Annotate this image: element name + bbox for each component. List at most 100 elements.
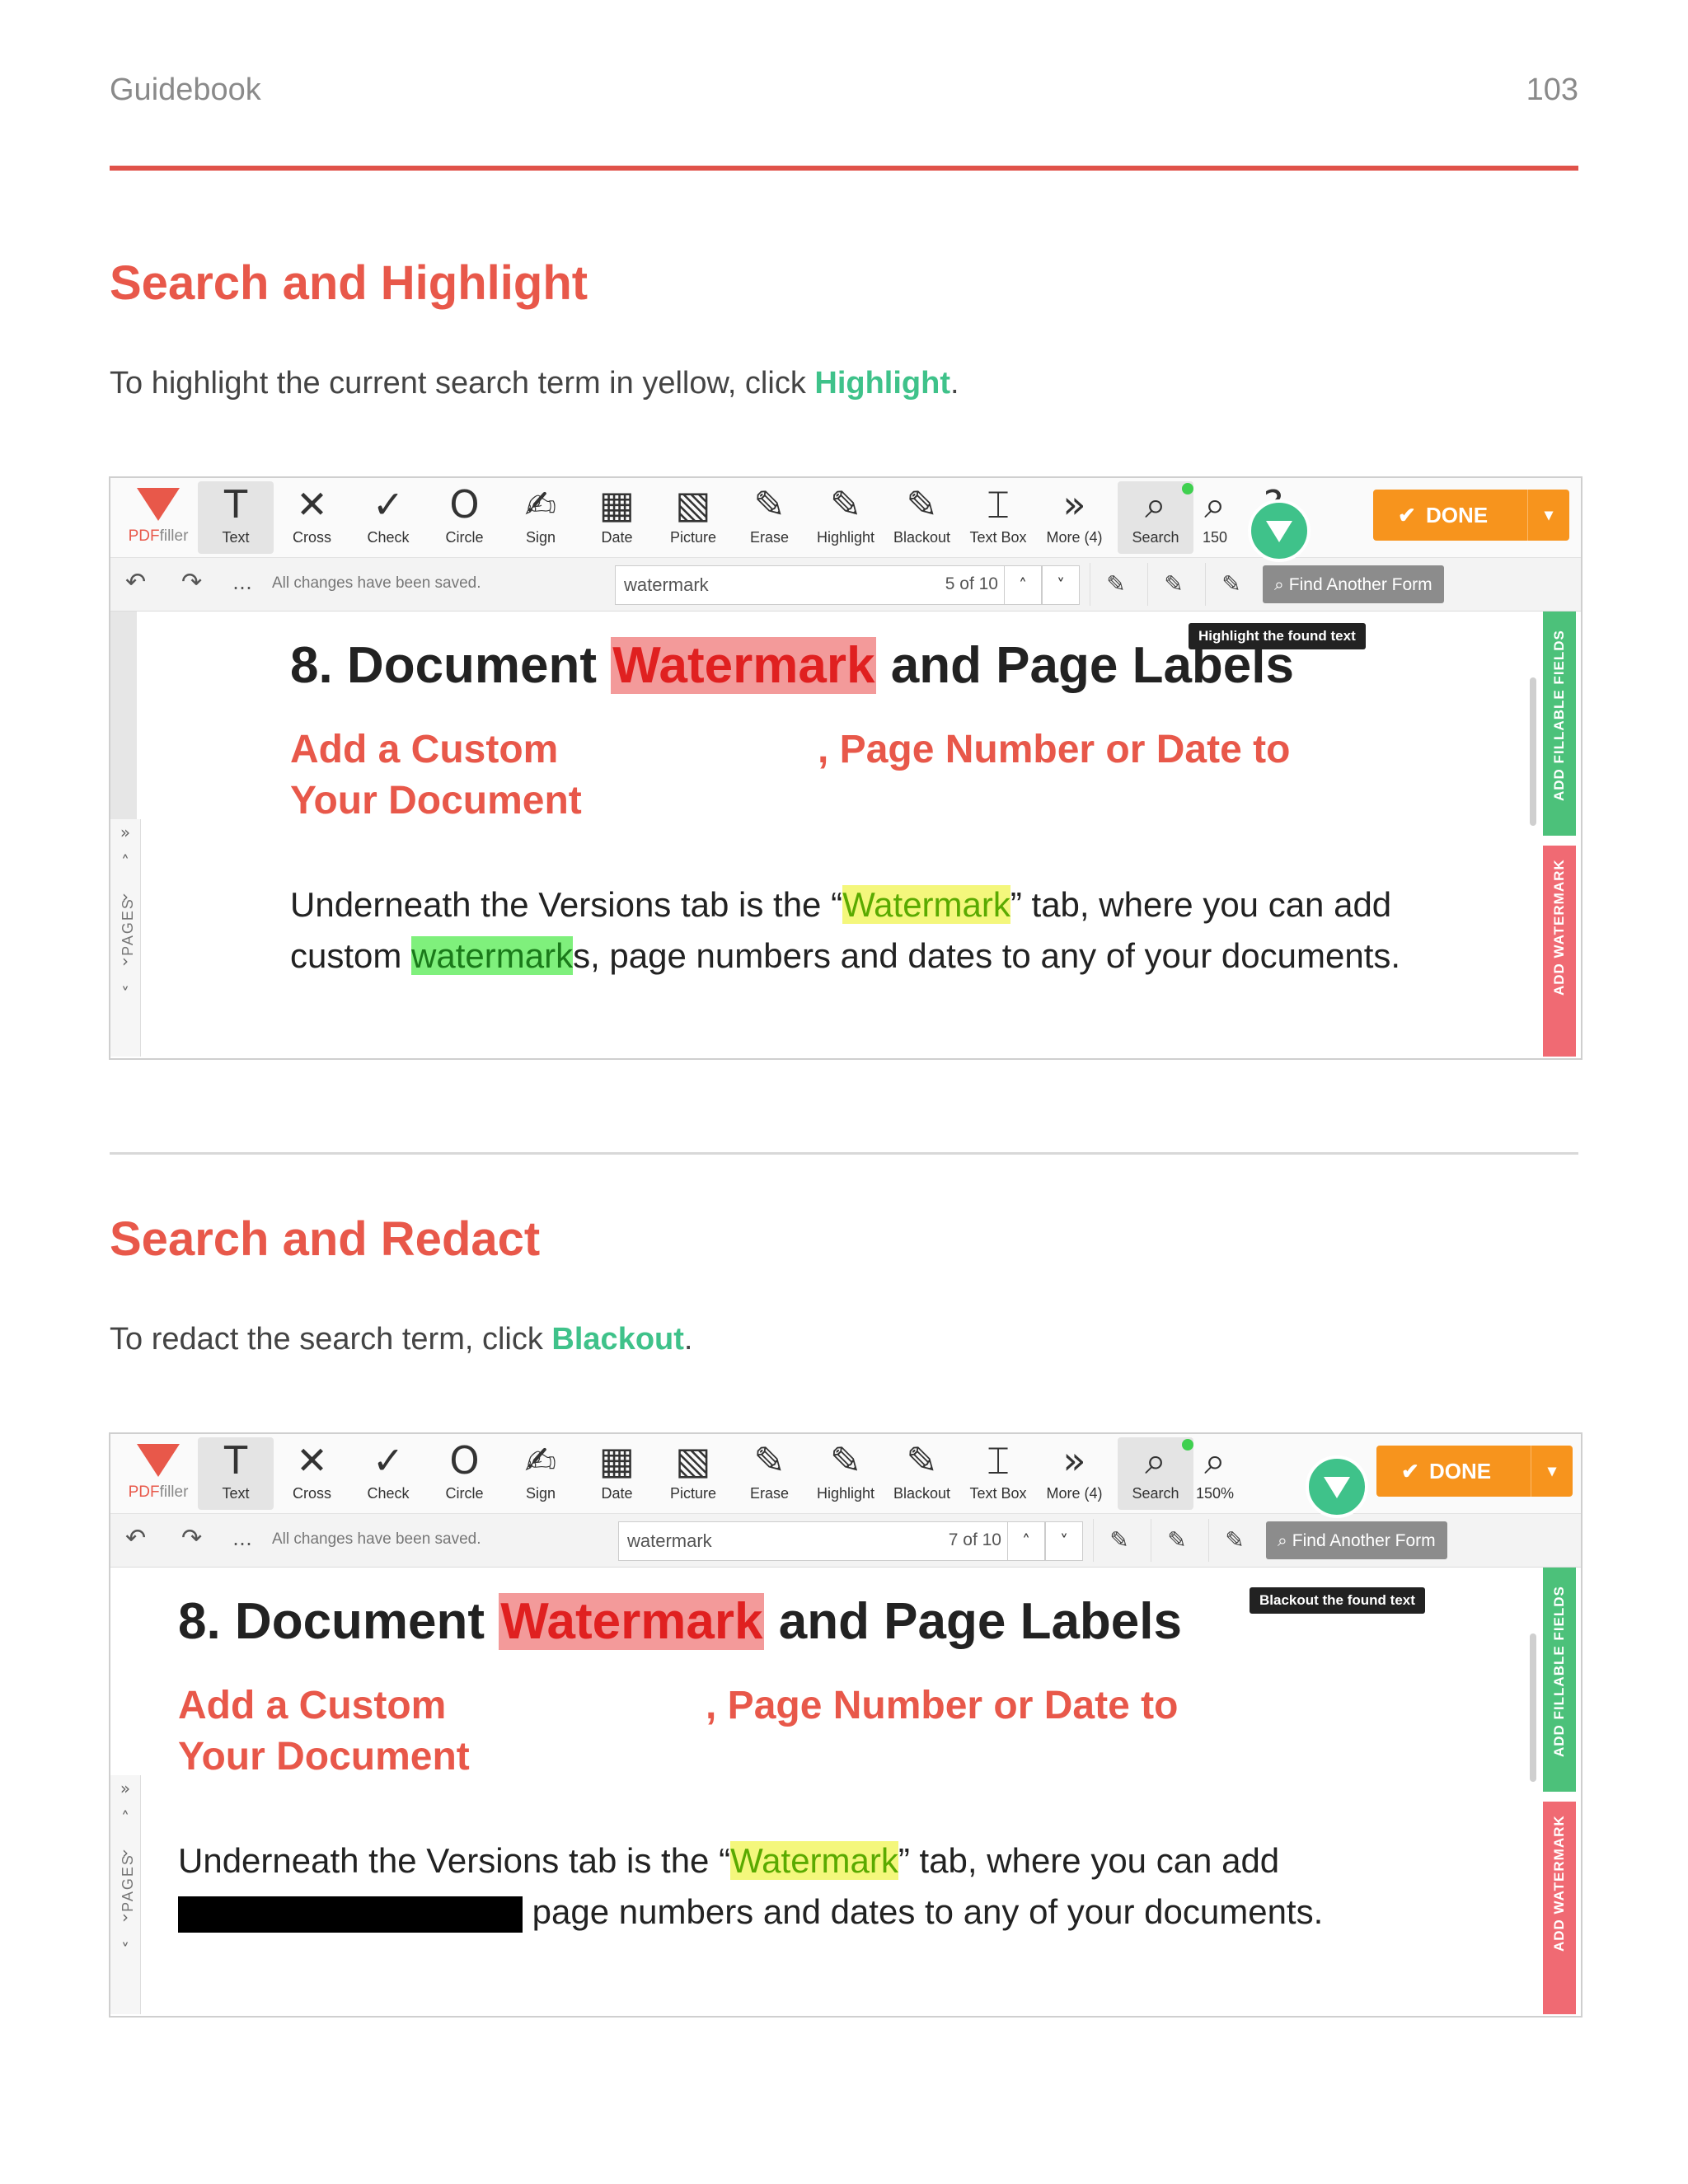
tool-sign[interactable]: ✍ Sign bbox=[503, 481, 579, 554]
redo-icon[interactable]: ↷ bbox=[181, 1524, 202, 1553]
blackout-redaction bbox=[178, 1896, 523, 1933]
search-query: watermark bbox=[624, 574, 709, 595]
tool-zoom[interactable]: ⌕ 150 bbox=[1182, 481, 1248, 554]
tool-picture[interactable]: ▧ Picture bbox=[655, 1437, 731, 1510]
document-area: » ˄ › › ˅ PAGES 8. Document Watermark and Page… bbox=[110, 1568, 1581, 2014]
highlight-found-button[interactable]: ✎ bbox=[1147, 563, 1199, 606]
tool-highlight[interactable]: ✎ Highlight bbox=[808, 1437, 884, 1510]
doc-subheading: Add a Custom bbox=[178, 1684, 447, 1727]
done-label: DONE bbox=[1429, 1459, 1492, 1483]
tool-picture[interactable]: ▧ Picture bbox=[655, 481, 731, 554]
tool-text-box[interactable]: ⌶ Text Box bbox=[960, 1437, 1036, 1510]
side-tab-label: ADD WATERMARK bbox=[1551, 1815, 1567, 1952]
pages-nav-icon[interactable]: ˄ bbox=[110, 852, 140, 872]
tool-more[interactable]: » More (4) bbox=[1037, 481, 1113, 554]
find-another-form-button[interactable]: ⌕ Find Another Form bbox=[1263, 565, 1444, 603]
check-icon: ✔ bbox=[1401, 1459, 1419, 1483]
scrollbar[interactable] bbox=[1530, 1633, 1536, 1782]
tool-highlight[interactable]: ✎ Highlight bbox=[808, 481, 884, 554]
doc-subheading: , Page Number or Date to bbox=[706, 1684, 1179, 1727]
search-match-current: Watermark bbox=[499, 1593, 765, 1650]
tooltip: Highlight the found text bbox=[1189, 623, 1366, 649]
tool-more[interactable]: » More (4) bbox=[1037, 1437, 1113, 1510]
redo-icon[interactable]: ↷ bbox=[181, 568, 202, 597]
tool-label: Circle bbox=[445, 1485, 484, 1502]
tool-label: Sign bbox=[525, 529, 556, 546]
prev-result-button[interactable]: ˄ bbox=[1007, 1521, 1045, 1561]
tool-label: Cross bbox=[292, 1485, 331, 1502]
done-button[interactable]: ✔ DONE ▾ bbox=[1376, 1446, 1573, 1497]
tool-cross[interactable]: ✕ Cross bbox=[274, 1437, 350, 1510]
search-input[interactable]: watermark 7 of 10 bbox=[618, 1521, 1010, 1561]
scrollbar[interactable] bbox=[1530, 677, 1536, 826]
tool-text[interactable]: T Text bbox=[198, 1437, 274, 1510]
page-number: 103 bbox=[1526, 73, 1578, 107]
editor-subbar: ↶ ↷ … All changes have been saved. watermark… bbox=[110, 558, 1581, 612]
pages-nav-icon[interactable]: » bbox=[110, 1779, 140, 1798]
pdffiller-logo[interactable]: PDFfiller bbox=[117, 483, 199, 555]
done-button[interactable]: ✔ DONE ▾ bbox=[1373, 490, 1569, 541]
tool-erase[interactable]: ✎ Erase bbox=[732, 1437, 808, 1510]
tool-text-box[interactable]: ⌶ Text Box bbox=[960, 481, 1036, 554]
highlight-found-button[interactable]: ✎ bbox=[1151, 1519, 1203, 1562]
highlight-icon: ✎ bbox=[829, 482, 862, 527]
add-fillable-fields-tab[interactable]: ADD FILLABLE FIELDS bbox=[1543, 612, 1576, 836]
add-watermark-tab[interactable]: ADD WATERMARK bbox=[1543, 846, 1576, 1057]
blackout-found-button[interactable]: ✎ bbox=[1205, 563, 1257, 606]
sign-icon: ✍ bbox=[524, 1438, 557, 1483]
search-input[interactable]: watermark 5 of 10 bbox=[615, 565, 1007, 605]
side-tab-label: ADD WATERMARK bbox=[1551, 859, 1567, 996]
tool-sign[interactable]: ✍ Sign bbox=[503, 1437, 579, 1510]
mark-found-button[interactable]: ✎ bbox=[1090, 563, 1142, 606]
more-icon: » bbox=[1062, 1438, 1086, 1483]
pages-panel[interactable]: » ˄ › › ˅ PAGES bbox=[110, 819, 141, 1057]
pages-nav-icon[interactable]: » bbox=[110, 823, 140, 842]
add-watermark-tab[interactable]: ADD WATERMARK bbox=[1543, 1802, 1576, 2014]
add-fillable-fields-tab[interactable]: ADD FILLABLE FIELDS bbox=[1543, 1568, 1576, 1792]
tool-check[interactable]: ✓ Check bbox=[350, 481, 426, 554]
tool-blackout[interactable]: ✎ Blackout bbox=[884, 481, 960, 554]
text-box-icon: ⌶ bbox=[987, 1438, 1010, 1483]
tool-label: Text bbox=[222, 529, 250, 546]
tool-circle[interactable]: O Circle bbox=[427, 1437, 503, 1510]
tool-blackout[interactable]: ✎ Blackout bbox=[884, 1437, 960, 1510]
chevron-down-icon[interactable]: ▾ bbox=[1527, 490, 1569, 541]
tool-text[interactable]: T Text bbox=[198, 481, 274, 554]
find-another-form-button[interactable]: ⌕ Find Another Form bbox=[1266, 1521, 1447, 1559]
tool-label: Text Box bbox=[969, 1485, 1027, 1502]
prev-result-button[interactable]: ˄ bbox=[1004, 565, 1042, 605]
logo-text: PDFfiller bbox=[117, 1483, 199, 1502]
paragraph-text: ” tab, where you can add bbox=[898, 1841, 1280, 1880]
logo-mark-icon bbox=[137, 1444, 180, 1477]
pages-nav-icon[interactable]: ˄ bbox=[110, 1808, 140, 1828]
pages-panel[interactable]: » ˄ › › ˅ PAGES bbox=[110, 1775, 141, 2014]
doc-subheading: Your Document bbox=[290, 779, 582, 823]
tool-erase[interactable]: ✎ Erase bbox=[732, 481, 808, 554]
pdffiller-logo[interactable]: PDFfiller bbox=[117, 1439, 199, 1511]
tool-zoom[interactable]: ⌕ 150% bbox=[1182, 1437, 1248, 1510]
check-icon: ✓ bbox=[372, 1438, 405, 1483]
next-result-button[interactable]: ˅ bbox=[1042, 565, 1080, 605]
tool-circle[interactable]: O Circle bbox=[427, 481, 503, 554]
undo-icon[interactable]: ↶ bbox=[125, 1524, 146, 1553]
tool-date[interactable]: ▦ Date bbox=[579, 1437, 655, 1510]
comment-icon: … bbox=[232, 1527, 252, 1550]
mark-found-button[interactable]: ✎ bbox=[1093, 1519, 1145, 1562]
blackout-found-button[interactable]: ✎ bbox=[1208, 1519, 1260, 1562]
save-status: All changes have been saved. bbox=[272, 574, 481, 592]
logo-mark-icon bbox=[137, 488, 180, 521]
next-result-button[interactable]: ˅ bbox=[1045, 1521, 1083, 1561]
undo-icon[interactable]: ↶ bbox=[125, 568, 146, 597]
tool-cross[interactable]: ✕ Cross bbox=[274, 481, 350, 554]
chevron-down-icon[interactable]: ▾ bbox=[1531, 1446, 1573, 1497]
tool-label: Picture bbox=[669, 529, 717, 546]
side-tab-label: ADD FILLABLE FIELDS bbox=[1551, 630, 1567, 801]
search-icon: ⌕ bbox=[1274, 574, 1284, 594]
pages-nav-icon[interactable]: ˅ bbox=[110, 984, 140, 1004]
tool-date[interactable]: ▦ Date bbox=[579, 481, 655, 554]
search-match: Watermark bbox=[730, 1841, 898, 1880]
tool-check[interactable]: ✓ Check bbox=[350, 1437, 426, 1510]
doc-subheading: , Page Number or Date to bbox=[818, 728, 1291, 771]
pages-nav-icon[interactable]: ˅ bbox=[110, 1940, 140, 1960]
check-icon: ✔ bbox=[1398, 503, 1416, 527]
